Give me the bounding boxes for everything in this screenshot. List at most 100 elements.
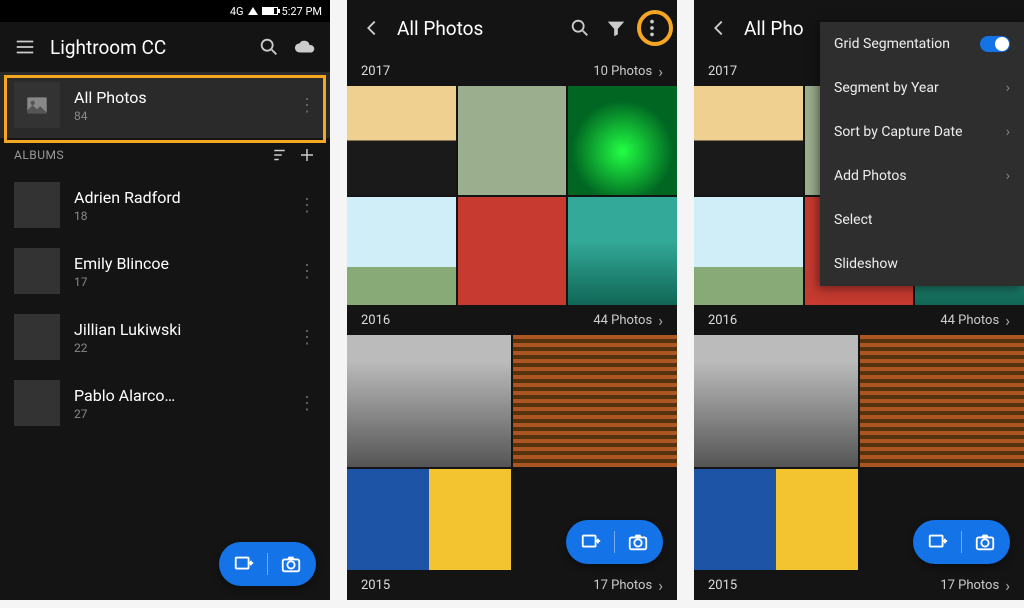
- all-photos-thumb: [14, 82, 60, 128]
- back-icon[interactable]: [708, 17, 730, 39]
- app-bar: Lightroom CC: [0, 22, 330, 72]
- filter-icon[interactable]: [605, 17, 627, 39]
- menu-label: Add Photos: [834, 168, 1006, 184]
- sort-icon[interactable]: [272, 146, 290, 164]
- signal-icon: [248, 7, 258, 15]
- row-overflow-icon[interactable]: ⋮: [298, 327, 316, 348]
- photo-thumb[interactable]: [458, 197, 567, 306]
- camera-icon[interactable]: [280, 553, 302, 575]
- photo-thumb[interactable]: [694, 86, 803, 195]
- album-row[interactable]: Adrien Radford 18 ⋮: [0, 172, 330, 238]
- overflow-icon[interactable]: [641, 17, 663, 39]
- gallery-title: All Photos: [397, 17, 555, 40]
- fab-divider: [614, 531, 615, 553]
- menu-label: Slideshow: [834, 256, 1010, 272]
- album-name: Pablo Alarco…: [74, 386, 284, 405]
- screen-gallery-menu: All Pho 2017 2016 44 Photos › 2015 17 Ph…: [694, 0, 1024, 600]
- add-photo-icon[interactable]: [233, 553, 255, 575]
- photo-grid: [347, 86, 677, 305]
- segment-count: 44 Photos: [940, 313, 999, 328]
- menu-label: Select: [834, 212, 1010, 228]
- menu-label: Grid Segmentation: [834, 36, 980, 52]
- row-overflow-icon[interactable]: ⋮: [298, 95, 316, 116]
- chevron-right-icon: ›: [1006, 80, 1010, 96]
- year-segment-header[interactable]: 2015 17 Photos ›: [347, 570, 677, 600]
- year-label: 2017: [361, 64, 593, 79]
- year-label: 2015: [708, 578, 940, 593]
- app-bar: All Photos: [347, 0, 677, 56]
- hamburger-icon[interactable]: [14, 36, 36, 58]
- photo-thumb[interactable]: [694, 335, 858, 466]
- photo-thumb[interactable]: [347, 197, 456, 306]
- album-row[interactable]: Emily Blincoe 17 ⋮: [0, 238, 330, 304]
- photo-thumb[interactable]: [513, 335, 677, 466]
- add-album-icon[interactable]: [298, 146, 316, 164]
- segment-count: 17 Photos: [593, 578, 652, 593]
- menu-label: Segment by Year: [834, 80, 1006, 96]
- segment-count: 10 Photos: [593, 64, 652, 79]
- menu-sort-by-capture-date[interactable]: Sort by Capture Date ›: [820, 110, 1024, 154]
- album-row[interactable]: Jillian Lukiwski22 ⋮: [0, 304, 330, 370]
- back-icon[interactable]: [361, 17, 383, 39]
- add-photo-icon[interactable]: [580, 531, 602, 553]
- album-row[interactable]: Pablo Alarco…27 ⋮: [0, 370, 330, 436]
- carrier-label: 4G: [230, 5, 244, 18]
- chevron-right-icon: ›: [1005, 311, 1010, 330]
- album-count: 18: [74, 209, 284, 223]
- fab[interactable]: [913, 520, 1010, 564]
- row-overflow-icon[interactable]: ⋮: [298, 195, 316, 216]
- row-overflow-icon[interactable]: ⋮: [298, 261, 316, 282]
- album-thumb: [14, 380, 60, 426]
- screen-library: 4G 5:27 PM Lightroom CC All Photos 84 ⋮ …: [0, 0, 330, 600]
- chevron-right-icon: ›: [1006, 124, 1010, 140]
- fab[interactable]: [566, 520, 663, 564]
- menu-slideshow[interactable]: Slideshow: [820, 242, 1024, 286]
- toggle-on-icon[interactable]: [980, 36, 1010, 52]
- search-icon[interactable]: [569, 17, 591, 39]
- year-segment-header[interactable]: 2016 44 Photos ›: [694, 305, 1024, 335]
- add-photo-icon[interactable]: [927, 531, 949, 553]
- camera-icon[interactable]: [974, 531, 996, 553]
- photo-thumb[interactable]: [347, 86, 456, 195]
- photo-thumb[interactable]: [568, 86, 677, 195]
- album-count: 17: [74, 275, 284, 289]
- year-segment-header[interactable]: 2015 17 Photos ›: [694, 570, 1024, 600]
- all-photos-row[interactable]: All Photos 84 ⋮: [0, 72, 330, 138]
- album-name: Emily Blincoe: [74, 254, 284, 273]
- chevron-right-icon: ›: [658, 576, 663, 595]
- search-icon[interactable]: [258, 36, 280, 58]
- clock-label: 5:27 PM: [282, 5, 322, 18]
- album-name: Adrien Radford: [74, 188, 284, 207]
- album-name: Jillian Lukiwski: [74, 320, 284, 339]
- photo-thumb[interactable]: [694, 197, 803, 306]
- albums-header-label: ALBUMS: [14, 148, 272, 162]
- app-title: Lightroom CC: [50, 36, 244, 59]
- photo-thumb[interactable]: [347, 335, 511, 466]
- segment-count: 17 Photos: [940, 578, 999, 593]
- photo-thumb[interactable]: [860, 335, 1024, 466]
- menu-segment-by-year[interactable]: Segment by Year ›: [820, 66, 1024, 110]
- segment-count: 44 Photos: [593, 313, 652, 328]
- all-photos-count: 84: [74, 109, 284, 123]
- all-photos-label: All Photos: [74, 88, 284, 107]
- fab[interactable]: [219, 542, 316, 586]
- cloud-icon[interactable]: [294, 36, 316, 58]
- photo-thumb[interactable]: [568, 197, 677, 306]
- camera-icon[interactable]: [627, 531, 649, 553]
- year-segment-header[interactable]: 2016 44 Photos ›: [347, 305, 677, 335]
- year-segment-header[interactable]: 2017 10 Photos ›: [347, 56, 677, 86]
- menu-label: Sort by Capture Date: [834, 124, 1006, 140]
- fab-divider: [961, 531, 962, 553]
- chevron-right-icon: ›: [1006, 168, 1010, 184]
- chevron-right-icon: ›: [658, 62, 663, 81]
- year-label: 2015: [361, 578, 593, 593]
- year-label: 2016: [708, 313, 940, 328]
- album-thumb: [14, 314, 60, 360]
- photo-thumb[interactable]: [458, 86, 567, 195]
- year-label: 2016: [361, 313, 593, 328]
- battery-icon: [262, 7, 278, 15]
- menu-add-photos[interactable]: Add Photos ›: [820, 154, 1024, 198]
- menu-grid-segmentation[interactable]: Grid Segmentation: [820, 22, 1024, 66]
- row-overflow-icon[interactable]: ⋮: [298, 393, 316, 414]
- menu-select[interactable]: Select: [820, 198, 1024, 242]
